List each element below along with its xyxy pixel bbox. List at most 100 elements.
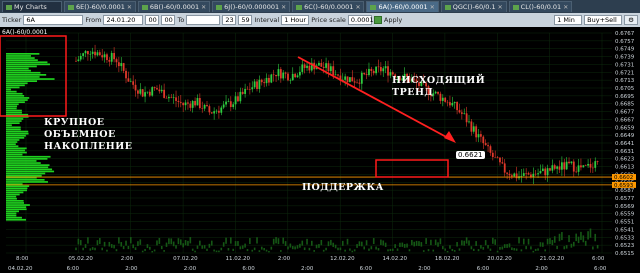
- volume-profile-bar: [6, 107, 17, 110]
- candle-body: [351, 77, 354, 82]
- y-tick-label: 0.6739: [615, 55, 635, 61]
- chart-icon: [216, 4, 223, 10]
- volume-profile-bar: [6, 128, 21, 131]
- volume-bar: [191, 248, 194, 251]
- candle-body: [303, 64, 306, 68]
- volume-bar: [384, 242, 387, 247]
- to-minute-input[interactable]: 59: [238, 15, 253, 25]
- price-chart[interactable]: 0.6767 0.6757 0.6749 0.6739 0.6731 0.6721 0.67…: [0, 27, 640, 273]
- from-hour-input[interactable]: 00: [145, 15, 160, 25]
- to-date-input[interactable]: [186, 15, 221, 25]
- candle-body: [587, 164, 589, 166]
- candle-body: [179, 101, 182, 103]
- volume-bar: [144, 248, 146, 252]
- x-tick-label: 18.02.20: [435, 256, 460, 262]
- candle-body: [151, 87, 154, 96]
- volume-profile-bar: [6, 63, 50, 66]
- candle-body: [501, 162, 504, 164]
- volume-bar: [337, 247, 339, 251]
- apply-checkbox[interactable]: [373, 16, 382, 24]
- volume-profile-bar: [6, 189, 27, 192]
- volume-bar: [418, 241, 420, 246]
- candle-body: [182, 102, 185, 106]
- volume-bar: [306, 238, 308, 245]
- volume-bar: [320, 239, 323, 246]
- candle-body: [170, 96, 173, 98]
- volume-profile-bar: [6, 74, 47, 76]
- close-icon[interactable]: ✕: [201, 4, 206, 11]
- candle-body: [213, 111, 216, 114]
- tab-6j[interactable]: 6J()-60/0.000001 ✕: [212, 1, 291, 12]
- volume-bar: [139, 239, 142, 245]
- tab-6e[interactable]: 6E()-60/0.0001 ✕: [64, 1, 136, 12]
- side-select[interactable]: Buy+Sell: [584, 15, 623, 25]
- candle-body: [177, 100, 180, 102]
- volume-profile-bar: [6, 99, 28, 101]
- settings-gear-icon[interactable]: ⚙: [624, 15, 638, 25]
- candle-body: [468, 121, 470, 123]
- volume-bar: [425, 238, 427, 245]
- volume-bar: [570, 243, 573, 248]
- volume-bar: [522, 238, 525, 245]
- volume-bar: [494, 239, 496, 245]
- close-icon[interactable]: ✕: [355, 4, 360, 11]
- tab-6a[interactable]: 6A()-60/0.0001 ✕: [366, 1, 439, 12]
- tab-my-charts[interactable]: My Charts: [2, 1, 62, 12]
- volume-bar: [353, 249, 356, 252]
- y-tick-label: 0.6705: [615, 86, 635, 92]
- candle-body: [248, 89, 251, 90]
- volume-bar: [549, 238, 551, 245]
- price-scale-input[interactable]: 0.0001: [347, 15, 374, 25]
- candle-body: [287, 73, 289, 81]
- volume-bar: [225, 237, 227, 244]
- volume-bar: [563, 246, 566, 250]
- from-date-input[interactable]: 24.01.20: [103, 15, 144, 25]
- volume-profile-bar: [6, 69, 31, 72]
- volume-bar: [594, 233, 597, 242]
- candle-body: [191, 101, 194, 108]
- volume-bar: [377, 248, 380, 251]
- tab-6b[interactable]: 6B()-60/0.0001 ✕: [137, 1, 211, 12]
- x-tick-label: 21.02.20: [540, 256, 565, 262]
- volume-profile-bar: [6, 111, 22, 114]
- candle-body: [563, 162, 566, 170]
- tab-qgc[interactable]: QGC()-60/0.1 ✕: [440, 1, 507, 12]
- close-icon[interactable]: ✕: [281, 4, 286, 11]
- ticker-input[interactable]: 6A: [23, 15, 84, 25]
- candle-body: [298, 71, 301, 76]
- close-icon[interactable]: ✕: [127, 4, 132, 11]
- timeframe-select[interactable]: 1 Min: [554, 15, 583, 25]
- candle-body: [94, 51, 96, 56]
- volume-bar: [422, 250, 425, 252]
- candle-body: [496, 157, 499, 158]
- candle-body: [163, 89, 166, 98]
- candle-body: [325, 63, 327, 68]
- candle-body: [560, 162, 563, 170]
- candle-body: [451, 102, 454, 106]
- x-tick-label: 2:00: [121, 256, 134, 262]
- volume-bar: [134, 247, 137, 250]
- to-hour-input[interactable]: 23: [222, 15, 237, 25]
- close-icon[interactable]: ✕: [563, 4, 568, 11]
- candle-body: [172, 97, 175, 99]
- candle-body: [596, 161, 599, 162]
- close-icon[interactable]: ✕: [430, 4, 435, 11]
- volume-bar: [203, 245, 206, 249]
- apply-label[interactable]: Apply: [384, 16, 402, 24]
- close-icon[interactable]: ✕: [498, 4, 503, 11]
- volume-bar: [408, 249, 411, 252]
- interval-select[interactable]: 1 Hour: [281, 15, 310, 25]
- volume-profile-bar: [6, 206, 27, 208]
- from-minute-input[interactable]: 00: [161, 15, 176, 25]
- candle-body: [456, 102, 458, 111]
- tab-6c[interactable]: 6C()-60/0.0001 ✕: [292, 1, 365, 12]
- volume-bar: [451, 248, 454, 252]
- candle-body: [189, 103, 192, 108]
- candle-body: [115, 59, 118, 63]
- volume-bar: [580, 231, 582, 240]
- chart-icon: [444, 4, 451, 10]
- volume-profile-bar: [6, 172, 46, 175]
- tab-cl[interactable]: CL()-60/0.01 ✕: [508, 1, 573, 12]
- candle-body: [522, 173, 525, 176]
- candle-body: [582, 165, 585, 168]
